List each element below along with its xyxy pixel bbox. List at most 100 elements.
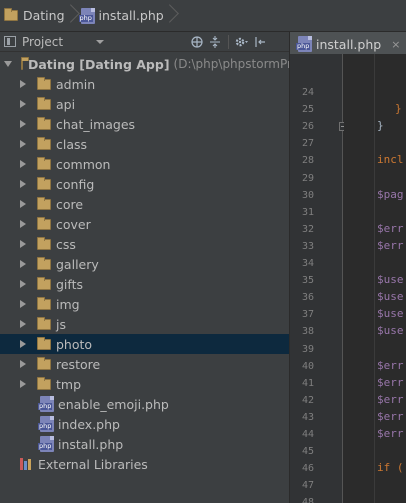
folder-icon — [37, 96, 51, 110]
editor-tab-bar: install.php × — [290, 32, 406, 54]
tree-folder-selected[interactable]: photo — [0, 334, 289, 354]
tree-external-libraries[interactable]: External Libraries — [0, 454, 289, 474]
tree-folder[interactable]: gallery — [0, 254, 289, 274]
expand-arrow-icon[interactable] — [4, 61, 12, 67]
code-line: } — [395, 102, 402, 116]
folder-icon — [37, 256, 51, 270]
folder-icon — [37, 76, 51, 90]
line-number: 47 — [301, 480, 314, 492]
tree-folder[interactable]: common — [0, 154, 289, 174]
close-icon[interactable]: × — [391, 38, 400, 51]
expand-arrow-icon[interactable] — [20, 300, 26, 308]
line-number: 45 — [301, 446, 314, 458]
code-line: $err — [377, 358, 404, 372]
php-file-icon — [38, 396, 54, 412]
folder-icon — [37, 296, 51, 310]
line-number: 37 — [301, 309, 314, 321]
expand-arrow-icon[interactable] — [20, 340, 26, 348]
tree-file[interactable]: enable_emoji.php — [0, 394, 289, 414]
tree-folder[interactable]: gifts — [0, 274, 289, 294]
tree-folder[interactable]: restore — [0, 354, 289, 374]
expand-arrow-icon[interactable] — [20, 320, 26, 328]
folder-icon — [37, 116, 51, 130]
sync-icon[interactable] — [188, 33, 206, 51]
tree-folder[interactable]: core — [0, 194, 289, 214]
tree-folder-label: img — [56, 296, 80, 312]
breadcrumb: Dating install.php — [0, 0, 406, 32]
tree-folder[interactable]: config — [0, 174, 289, 194]
project-view-selector[interactable]: Project — [4, 33, 104, 51]
tree-folder-label: gallery — [56, 256, 99, 272]
expand-arrow-icon[interactable] — [20, 220, 26, 228]
tree-folder-label: cover — [56, 216, 91, 232]
tree-external-label: External Libraries — [38, 456, 148, 472]
expand-arrow-icon[interactable] — [20, 80, 26, 88]
toolbar-divider — [228, 35, 229, 49]
hide-panel-icon[interactable] — [251, 33, 269, 51]
tree-folder-label: photo — [56, 336, 93, 352]
expand-arrow-icon[interactable] — [20, 140, 26, 148]
tree-folder-label: js — [56, 316, 66, 332]
folder-icon — [37, 136, 51, 150]
line-number: 25 — [301, 104, 314, 116]
tree-file[interactable]: install.php — [0, 434, 289, 454]
tree-folder[interactable]: class — [0, 134, 289, 154]
folder-icon — [37, 336, 51, 350]
tree-folder[interactable]: tmp — [0, 374, 289, 394]
expand-arrow-icon[interactable] — [20, 160, 26, 168]
line-number: 35 — [301, 275, 314, 287]
collapse-all-icon[interactable] — [206, 33, 224, 51]
folder-icon — [37, 176, 51, 190]
project-tree: Dating [Dating App] (D:\php\phpstormProj… — [0, 52, 327, 503]
expand-arrow-icon[interactable] — [20, 280, 26, 288]
breadcrumb-separator — [67, 3, 79, 29]
folder-icon — [37, 376, 51, 390]
expand-arrow-icon[interactable] — [20, 180, 26, 188]
code-line: if ( — [377, 461, 404, 475]
tree-file-label: index.php — [58, 416, 120, 432]
tree-folder[interactable]: img — [0, 294, 289, 314]
tree-folder[interactable]: js — [0, 314, 289, 334]
tree-folder[interactable]: css — [0, 234, 289, 254]
breadcrumb-item-install[interactable]: install.php — [78, 5, 164, 27]
line-number: 44 — [301, 429, 314, 440]
project-view-label: Project — [22, 34, 64, 49]
tree-folder-label: css — [56, 236, 76, 252]
folder-icon — [21, 56, 29, 70]
line-number: 46 — [301, 463, 314, 475]
folder-icon — [37, 196, 51, 210]
expand-arrow-icon[interactable] — [20, 100, 26, 108]
code-area[interactable]: }} incl $pag $err $err $use $use $use $use $err $e… — [344, 54, 406, 503]
tree-folder-label: chat_images — [56, 116, 136, 132]
expand-arrow-icon[interactable] — [20, 240, 26, 248]
expand-arrow-icon[interactable] — [20, 200, 26, 208]
code-line: $use — [377, 324, 404, 338]
line-number: 27 — [301, 138, 314, 150]
gear-icon[interactable] — [233, 33, 251, 51]
tree-folder-label: common — [56, 156, 111, 172]
code-line: $err — [377, 392, 404, 406]
tree-folder-label: api — [56, 96, 76, 112]
project-window-icon — [4, 36, 16, 47]
tree-folder-label: config — [56, 176, 95, 192]
tree-root[interactable]: Dating [Dating App] (D:\php\phpstormProj… — [0, 54, 327, 74]
expand-arrow-icon[interactable] — [20, 260, 26, 268]
line-number: 29 — [301, 172, 314, 184]
tree-file[interactable]: index.php — [0, 414, 289, 434]
tab-install-php[interactable]: install.php × — [290, 32, 406, 54]
code-line: $err — [377, 238, 404, 252]
expand-arrow-icon[interactable] — [20, 380, 26, 388]
line-number: 41 — [301, 377, 314, 389]
tree-folder[interactable]: admin — [0, 74, 289, 94]
tree-folder-label: class — [56, 136, 88, 152]
expand-arrow-icon[interactable] — [20, 120, 26, 128]
tree-folder[interactable]: chat_images — [0, 114, 289, 134]
folder-icon — [37, 356, 51, 370]
expand-arrow-icon[interactable] — [20, 360, 26, 368]
tree-folder[interactable]: api — [0, 94, 289, 114]
library-icon — [20, 458, 33, 470]
tree-folder[interactable]: cover — [0, 214, 289, 234]
line-number: 43 — [301, 411, 314, 423]
php-file-icon — [78, 7, 95, 24]
breadcrumb-item-dating[interactable]: Dating — [4, 5, 65, 27]
